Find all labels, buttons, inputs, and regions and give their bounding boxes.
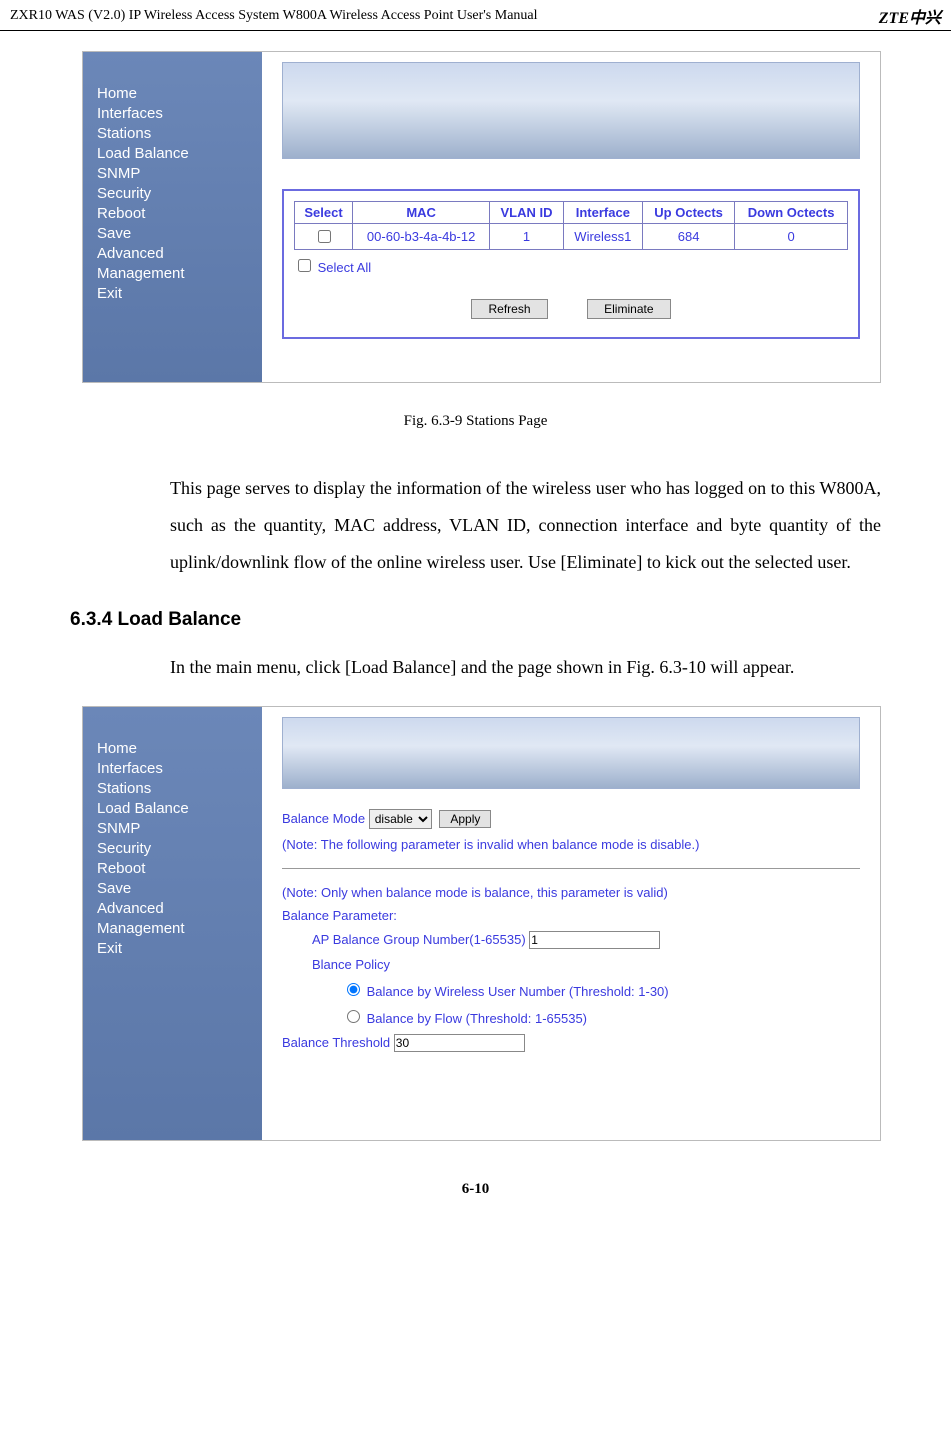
- stations-ui-frame: Home Interfaces Stations Load Balance SN…: [82, 51, 881, 383]
- page-header: ZXR10 WAS (V2.0) IP Wireless Access Syst…: [0, 0, 951, 31]
- paragraph-stations-desc: This page serves to display the informat…: [170, 470, 881, 581]
- row-checkbox[interactable]: [318, 230, 331, 243]
- load-balance-main-panel: Balance Mode disable Apply (Note: The fo…: [262, 707, 880, 1140]
- sidebar-item-load-balance[interactable]: Load Balance: [97, 145, 252, 162]
- select-all-label: Select All: [318, 260, 371, 275]
- sidebar-item-load-balance[interactable]: Load Balance: [97, 800, 252, 817]
- col-mac: MAC: [353, 202, 490, 224]
- sidebar-item-security[interactable]: Security: [97, 185, 252, 202]
- balance-mode-label: Balance Mode: [282, 811, 365, 826]
- sidebar-item-exit[interactable]: Exit: [97, 285, 252, 302]
- policy-user-number-label: Balance by Wireless User Number (Thresho…: [367, 984, 669, 999]
- policy-flow-label: Balance by Flow (Threshold: 1-65535): [367, 1011, 587, 1026]
- note-1: (Note: The following parameter is invali…: [282, 837, 860, 852]
- sidebar-item-exit[interactable]: Exit: [97, 940, 252, 957]
- policy-user-number-radio[interactable]: [347, 983, 360, 996]
- sidebar: Home Interfaces Stations Load Balance SN…: [83, 707, 262, 1140]
- cell-mac: 00-60-b3-4a-4b-12: [353, 224, 490, 250]
- eliminate-button[interactable]: Eliminate: [587, 299, 670, 319]
- col-select: Select: [295, 202, 353, 224]
- cell-vlan: 1: [490, 224, 563, 250]
- banner-image: [282, 717, 860, 789]
- refresh-button[interactable]: Refresh: [471, 299, 547, 319]
- threshold-label: Balance Threshold: [282, 1035, 390, 1050]
- doc-title: ZXR10 WAS (V2.0) IP Wireless Access Syst…: [10, 8, 538, 24]
- sidebar-item-home[interactable]: Home: [97, 740, 252, 757]
- brand-logo: ZTE中兴: [879, 4, 941, 28]
- note-2: (Note: Only when balance mode is balance…: [282, 885, 860, 900]
- sidebar-item-save[interactable]: Save: [97, 225, 252, 242]
- select-all-row: Select All: [294, 256, 848, 275]
- stations-table: Select MAC VLAN ID Interface Up Octects …: [294, 201, 848, 250]
- section-heading-load-balance: 6.3.4 Load Balance: [70, 609, 881, 631]
- select-all-checkbox[interactable]: [298, 259, 311, 272]
- sidebar-item-interfaces[interactable]: Interfaces: [97, 105, 252, 122]
- cell-iface: Wireless1: [563, 224, 642, 250]
- sidebar-item-home[interactable]: Home: [97, 85, 252, 102]
- group-number-label: AP Balance Group Number(1-65535): [312, 932, 526, 947]
- apply-button[interactable]: Apply: [439, 810, 491, 828]
- load-balance-ui-frame: Home Interfaces Stations Load Balance SN…: [82, 706, 881, 1141]
- threshold-input[interactable]: [394, 1034, 525, 1052]
- sidebar-item-security[interactable]: Security: [97, 840, 252, 857]
- sidebar-item-management[interactable]: Management: [97, 920, 252, 937]
- group-number-input[interactable]: [529, 931, 660, 949]
- col-up: Up Octects: [642, 202, 734, 224]
- sidebar-item-snmp[interactable]: SNMP: [97, 165, 252, 182]
- sidebar-item-management[interactable]: Management: [97, 265, 252, 282]
- cell-down: 0: [735, 224, 848, 250]
- table-row: 00-60-b3-4a-4b-12 1 Wireless1 684 0: [295, 224, 848, 250]
- page-number: 6-10: [70, 1181, 881, 1198]
- col-interface: Interface: [563, 202, 642, 224]
- sidebar-item-advanced[interactable]: Advanced: [97, 900, 252, 917]
- sidebar-item-save[interactable]: Save: [97, 880, 252, 897]
- paragraph-load-balance-intro: In the main menu, click [Load Balance] a…: [170, 649, 881, 686]
- sidebar-item-stations[interactable]: Stations: [97, 780, 252, 797]
- banner-image: [282, 62, 860, 159]
- policy-flow-radio[interactable]: [347, 1010, 360, 1023]
- stations-box: Select MAC VLAN ID Interface Up Octects …: [282, 189, 860, 339]
- sidebar: Home Interfaces Stations Load Balance SN…: [83, 52, 262, 382]
- sidebar-item-snmp[interactable]: SNMP: [97, 820, 252, 837]
- stations-main-panel: Select MAC VLAN ID Interface Up Octects …: [262, 52, 880, 382]
- sidebar-item-reboot[interactable]: Reboot: [97, 205, 252, 222]
- divider: [282, 868, 860, 869]
- sidebar-item-advanced[interactable]: Advanced: [97, 245, 252, 262]
- balance-parameter-heading: Balance Parameter:: [282, 908, 860, 923]
- sidebar-item-stations[interactable]: Stations: [97, 125, 252, 142]
- col-down: Down Octects: [735, 202, 848, 224]
- balance-mode-select[interactable]: disable: [369, 809, 432, 829]
- sidebar-item-reboot[interactable]: Reboot: [97, 860, 252, 877]
- col-vlan: VLAN ID: [490, 202, 563, 224]
- balance-policy-heading: Blance Policy: [312, 957, 860, 972]
- figure-caption-1: Fig. 6.3-9 Stations Page: [70, 413, 881, 430]
- cell-up: 684: [642, 224, 734, 250]
- sidebar-item-interfaces[interactable]: Interfaces: [97, 760, 252, 777]
- table-header-row: Select MAC VLAN ID Interface Up Octects …: [295, 202, 848, 224]
